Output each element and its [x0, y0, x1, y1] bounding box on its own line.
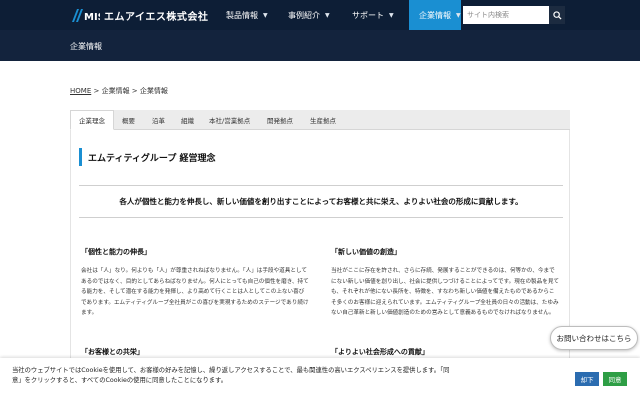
nav-item-case-studies[interactable]: 事例紹介 ▼	[278, 0, 334, 30]
nav-item-label: サポート	[352, 10, 384, 20]
principle-text: 当社がここに存在を許され、さらに存続、発展することができるのは、何等かの、今まで…	[331, 268, 560, 317]
principle-text: 会社は「人」なり。何よりも「人」が尊重されねばなりません。「人」は手段や道具とし…	[81, 268, 309, 317]
cookie-message: 当社のウェブサイトではCookieを使用して、お客様の好みを記憶し、繰り返しアク…	[12, 367, 450, 384]
page-title: 企業情報	[70, 42, 102, 51]
principle-title: 「お客様との共栄」	[81, 348, 144, 356]
breadcrumb: HOME > 企業情報 > 企業情報	[70, 86, 168, 96]
tab-label: 生産拠点	[310, 117, 336, 125]
chevron-down-icon: ▼	[263, 11, 268, 19]
principle-title: 「個性と能力の伸長」	[81, 248, 151, 256]
breadcrumb-company-link[interactable]: 企業情報	[102, 87, 130, 95]
mis-logo-icon: MIS	[72, 8, 100, 22]
principle-block: 「新しい価値の創造」 当社がここに存在を許され、さらに存続、発展することができる…	[331, 247, 559, 319]
top-navigation-bar: MIS エムアイエス株式会社 製品情報 ▼ 事例紹介 ▼ サポート ▼ 企業情報…	[0, 0, 640, 30]
page-header-band: 企業情報	[0, 30, 640, 61]
tab-history[interactable]: 沿革	[152, 110, 165, 130]
section-heading: エムティティグループ 経営理念	[79, 148, 216, 166]
nav-item-label: 製品情報	[226, 10, 258, 20]
tab-label: 企業理念	[79, 117, 105, 125]
tab-organization[interactable]: 組織	[181, 110, 194, 130]
tab-label: 概要	[122, 117, 135, 125]
nav-item-label: 企業情報	[419, 10, 451, 20]
principle-title: 「よりよい社会形成への貢献」	[331, 348, 429, 356]
tab-production-sites[interactable]: 生産拠点	[310, 110, 336, 130]
chevron-down-icon: ▼	[325, 11, 330, 19]
cookie-consent-banner: 当社のウェブサイトではCookieを使用して、お客様の好みを記憶し、繰り返しアク…	[0, 358, 640, 400]
tab-label: 組織	[181, 117, 194, 125]
cookie-decline-button[interactable]: 却下	[575, 372, 599, 386]
nav-item-company[interactable]: 企業情報 ▼	[409, 0, 461, 30]
principle-block: 「お客様との共栄」	[81, 347, 309, 357]
tab-offices[interactable]: 本社/営業拠点	[209, 110, 250, 130]
chevron-down-icon: ▼	[389, 11, 394, 19]
management-philosophy-statement: 各人が個性と能力を伸長し、新しい価値を創り出すことによってお客様と共に栄え、より…	[119, 197, 523, 206]
chevron-down-icon: ▼	[456, 11, 461, 19]
principle-title: 「新しい価値の創造」	[331, 248, 401, 256]
breadcrumb-separator: >	[91, 87, 102, 95]
breadcrumb-home-link[interactable]: HOME	[70, 87, 91, 95]
tab-label: 開発拠点	[267, 117, 293, 125]
search-button[interactable]	[549, 6, 565, 24]
company-name: エムアイエス株式会社	[104, 11, 209, 23]
site-search-input[interactable]	[463, 6, 549, 24]
tab-label: 沿革	[152, 117, 165, 125]
principle-block: 「個性と能力の伸長」 会社は「人」なり。何よりも「人」が尊重されねばなりません。…	[81, 247, 309, 319]
cookie-accept-button[interactable]: 同意	[603, 372, 627, 386]
breadcrumb-current: 企業情報	[139, 87, 168, 95]
svg-text:MIS: MIS	[84, 12, 100, 22]
breadcrumb-separator: >	[129, 87, 140, 95]
principle-block: 「よりよい社会形成への貢献」	[331, 347, 559, 357]
contact-us-button[interactable]: お問い合わせはこちら	[550, 326, 638, 350]
nav-item-products[interactable]: 製品情報 ▼	[216, 0, 272, 30]
divider	[79, 217, 563, 218]
tab-development-sites[interactable]: 開発拠点	[267, 110, 293, 130]
section-tabs: 企業理念 概要 沿革 組織 本社/営業拠点 開発拠点 生産拠点	[70, 110, 570, 130]
nav-item-support[interactable]: サポート ▼	[342, 0, 404, 30]
tab-label: 本社/営業拠点	[209, 117, 251, 125]
tab-overview[interactable]: 概要	[122, 110, 135, 130]
tab-philosophy[interactable]: 企業理念	[70, 110, 114, 130]
divider	[79, 185, 563, 186]
company-logo[interactable]: MIS エムアイエス株式会社	[72, 8, 209, 23]
search-icon	[552, 10, 562, 20]
nav-item-label: 事例紹介	[288, 10, 320, 20]
